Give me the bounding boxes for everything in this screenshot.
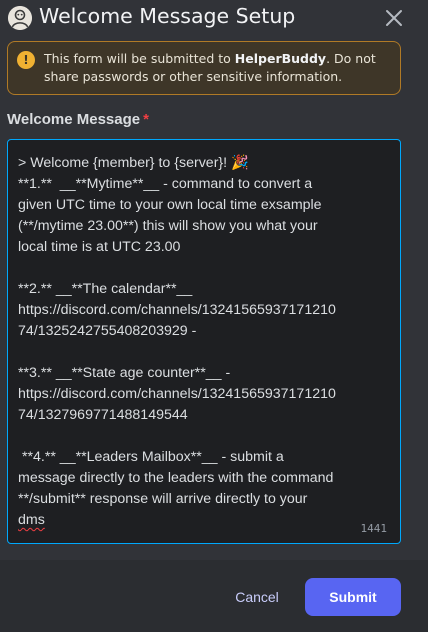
warning-icon: ! bbox=[17, 51, 35, 69]
modal-header: Welcome Message Setup bbox=[0, 0, 428, 36]
message-content: > Welcome {member} to {server}! 🎉 **1.** … bbox=[18, 153, 378, 531]
welcome-message-label: Welcome Message * bbox=[7, 111, 149, 128]
cancel-button[interactable]: Cancel bbox=[224, 578, 290, 616]
message-line: message directly to the leaders with the… bbox=[18, 470, 334, 486]
message-line: local time is at UTC 23.00 bbox=[18, 239, 181, 255]
message-line: https://discord.com/channels/13241565937… bbox=[18, 302, 336, 318]
message-line: https://discord.com/channels/13241565937… bbox=[18, 386, 336, 402]
message-line: **2.** __**The calendar**__ bbox=[18, 281, 193, 297]
required-marker: * bbox=[143, 111, 149, 128]
warning-notice: ! This form will be submitted to HelperB… bbox=[7, 41, 401, 95]
notice-text-before: This form will be submitted to bbox=[44, 51, 235, 66]
message-line bbox=[18, 426, 378, 447]
submit-button[interactable]: Submit bbox=[305, 578, 401, 616]
message-line: **4.** __**Leaders Mailbox**__ - submit … bbox=[18, 449, 284, 465]
welcome-message-textarea[interactable]: > Welcome {member} to {server}! 🎉 **1.** … bbox=[7, 139, 401, 544]
close-button[interactable] bbox=[384, 8, 404, 28]
modal-dialog: Welcome Message Setup ! This form will b… bbox=[0, 0, 428, 632]
message-line: given UTC time to your own local time ex… bbox=[18, 197, 322, 213]
message-line: **3.** __**State age counter**__ - bbox=[18, 365, 231, 381]
modal-title: Welcome Message Setup bbox=[39, 4, 296, 28]
misspelled-word: dms bbox=[18, 512, 45, 528]
close-icon bbox=[386, 10, 402, 26]
message-line: dms bbox=[18, 510, 378, 531]
field-label-text: Welcome Message bbox=[7, 111, 141, 128]
notice-text: This form will be submitted to HelperBud… bbox=[44, 50, 394, 86]
message-line: (**/mytime 23.00**) this will show you w… bbox=[18, 218, 318, 234]
message-line bbox=[18, 258, 378, 279]
notice-app-name: HelperBuddy bbox=[234, 51, 327, 66]
message-line: 74/1327969771488149544 bbox=[18, 407, 188, 423]
bot-avatar-icon bbox=[8, 6, 32, 30]
message-line bbox=[18, 342, 378, 363]
message-line: **/submit** response will arrive directl… bbox=[18, 491, 308, 507]
character-count: 1441 bbox=[360, 522, 388, 535]
message-line: > Welcome {member} to {server}! 🎉 bbox=[18, 155, 249, 171]
message-line: 74/1325242755408203929 - bbox=[18, 323, 197, 339]
message-line: **1.** __**Mytime**__ - command to conve… bbox=[18, 176, 313, 192]
